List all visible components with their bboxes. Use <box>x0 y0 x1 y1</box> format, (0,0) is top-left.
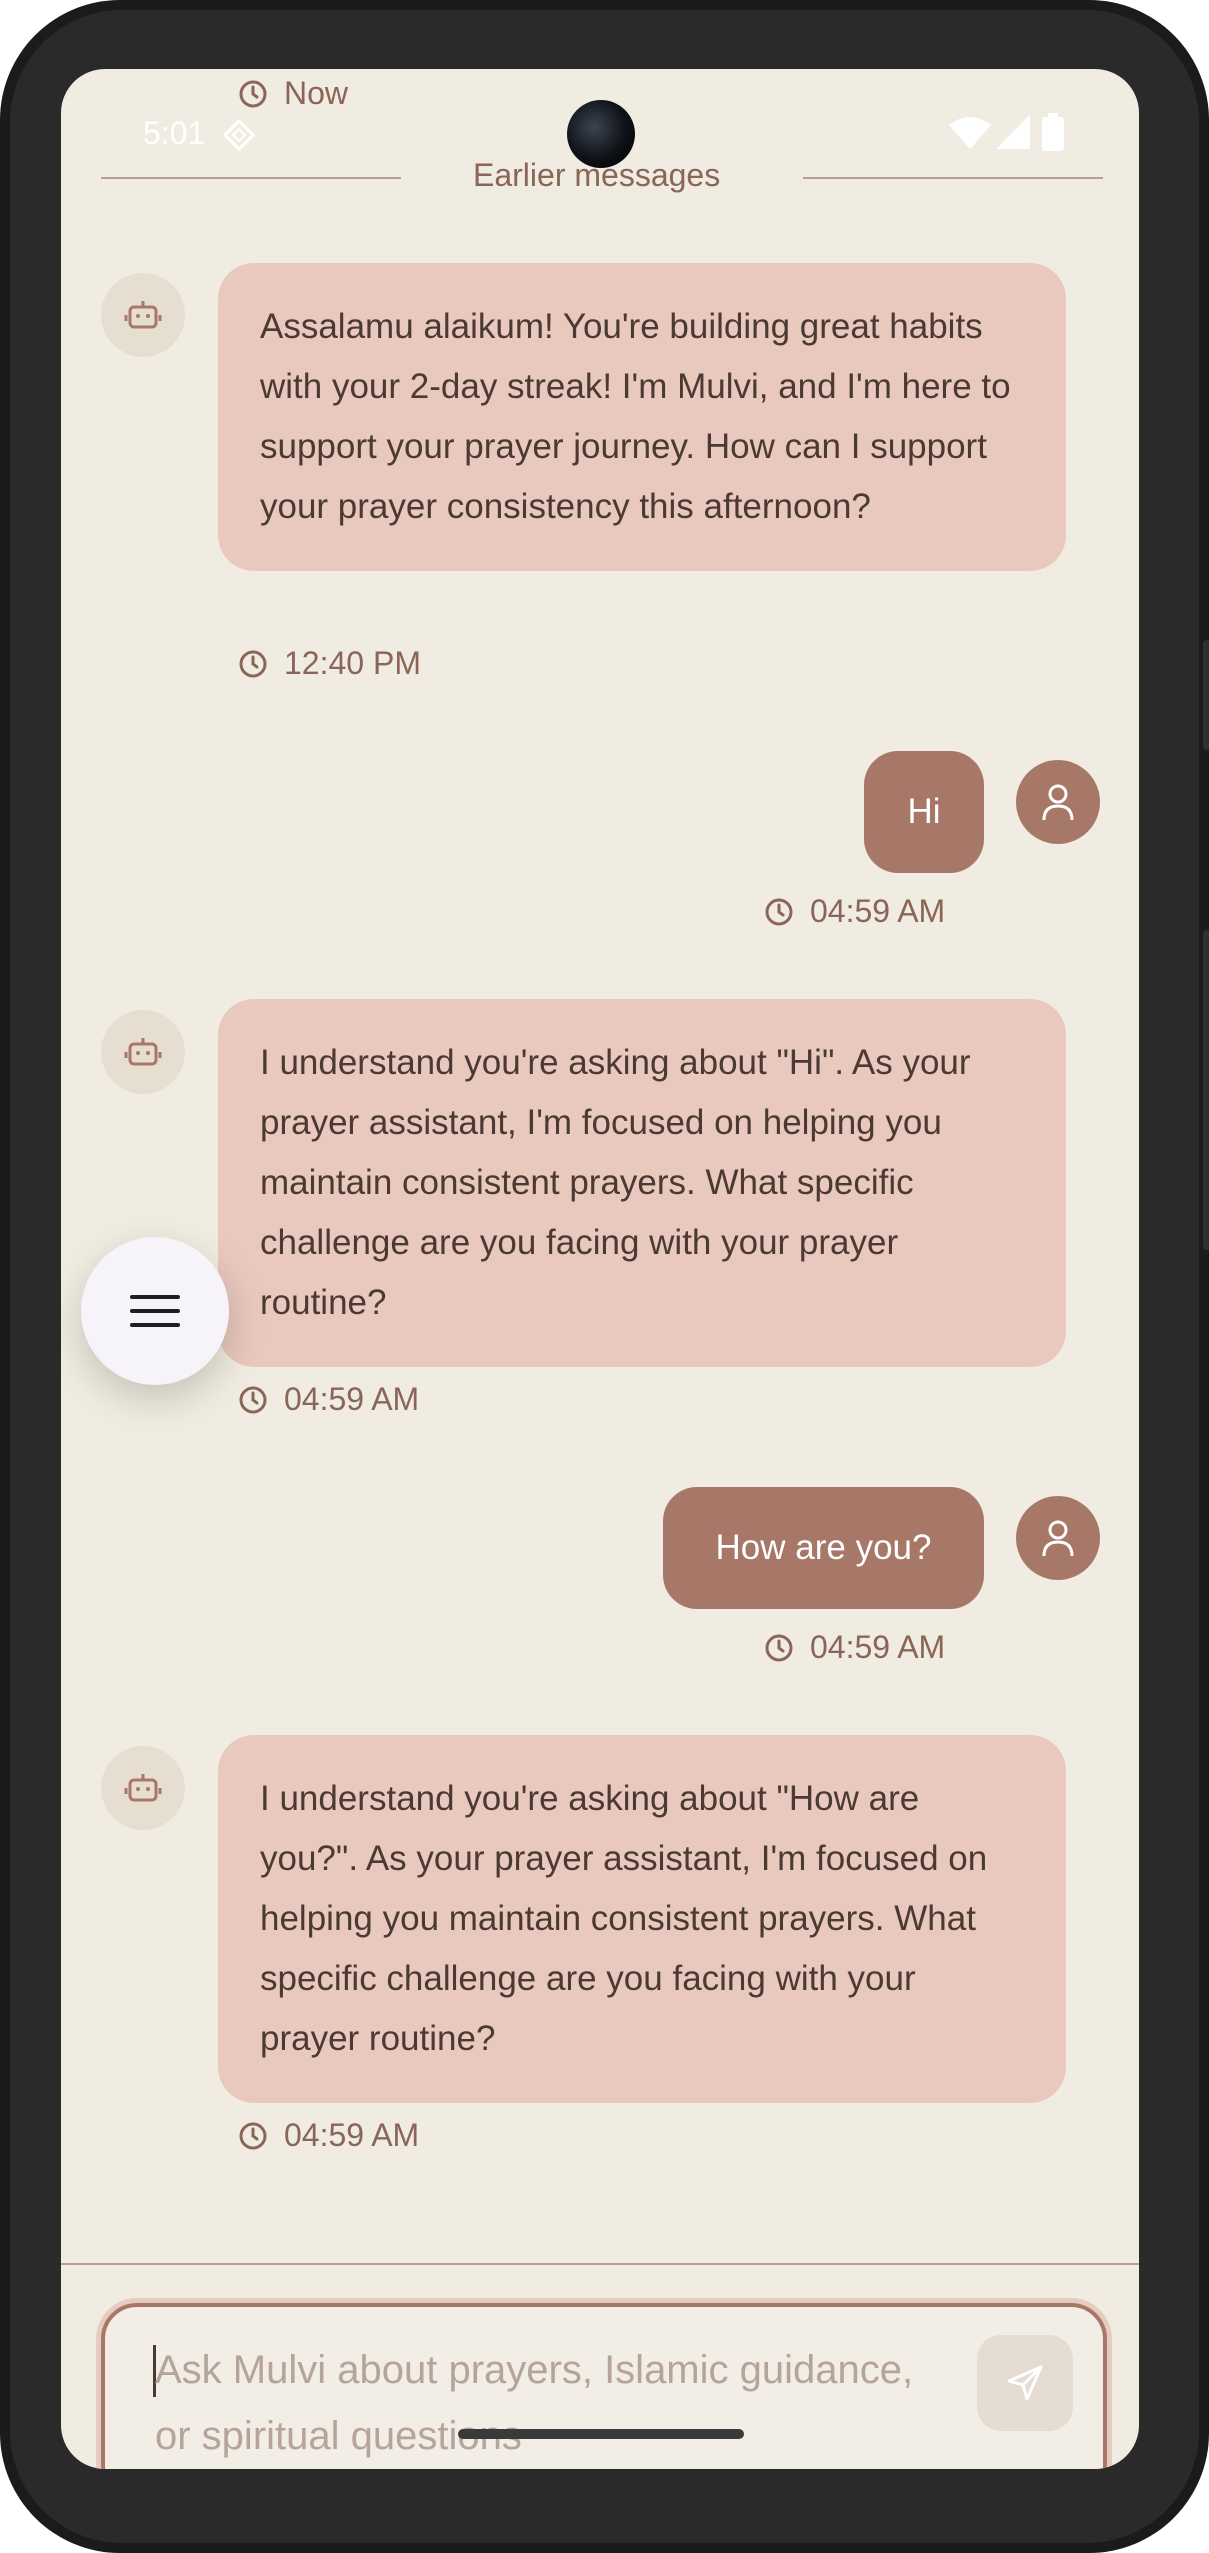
divider-line-left <box>101 177 401 179</box>
app-screen: 5:01 Now Earlier messages Assalamu alaik… <box>61 69 1139 2469</box>
home-indicator[interactable] <box>458 2429 744 2439</box>
message-input-container[interactable]: Ask Mulvi about prayers, Islamic guidanc… <box>101 2303 1107 2469</box>
clock-icon <box>239 1386 267 1413</box>
timestamp-text: 12:40 PM <box>284 645 421 681</box>
send-icon <box>1007 2365 1043 2401</box>
volume-button <box>1203 930 1209 1250</box>
status-time: 5:01 <box>143 115 206 151</box>
bot-avatar <box>101 273 185 357</box>
user-message-bubble[interactable]: Hi <box>864 751 984 873</box>
clock-icon <box>239 80 267 107</box>
timestamp-text: 04:59 AM <box>284 1381 420 1417</box>
message-timestamp: 12:40 PM <box>238 645 421 682</box>
clock-icon <box>239 2122 267 2149</box>
menu-button[interactable] <box>81 1237 229 1385</box>
composer-divider <box>61 2263 1139 2265</box>
bot-avatar <box>101 1746 185 1830</box>
timestamp-now: Now <box>238 75 348 112</box>
message-timestamp: 04:59 AM <box>238 1381 419 1418</box>
robot-icon <box>124 1038 162 1066</box>
divider-line-right <box>803 177 1103 179</box>
menu-icon <box>130 1295 180 1327</box>
message-timestamp: 04:59 AM <box>764 1629 945 1666</box>
clock-icon <box>239 650 267 677</box>
user-avatar <box>1016 760 1100 844</box>
message-timestamp: 04:59 AM <box>764 893 945 930</box>
phone-frame: 5:01 Now Earlier messages Assalamu alaik… <box>0 0 1209 2553</box>
message-timestamp: 04:59 AM <box>238 2117 419 2154</box>
send-button[interactable] <box>977 2335 1073 2431</box>
battery-icon <box>1042 113 1064 151</box>
user-message-bubble[interactable]: How are you? <box>663 1487 984 1609</box>
robot-icon <box>124 301 162 329</box>
timestamp-text: 04:59 AM <box>810 893 946 929</box>
timestamp-text: 04:59 AM <box>810 1629 946 1665</box>
robot-icon <box>124 1774 162 1802</box>
signal-icon <box>996 115 1030 149</box>
wifi-icon <box>949 117 991 149</box>
bot-message-bubble[interactable]: Assalamu alaikum! You're building great … <box>218 263 1066 571</box>
clock-icon <box>765 1634 793 1661</box>
power-button <box>1203 640 1209 750</box>
message-input[interactable]: Ask Mulvi about prayers, Islamic guidanc… <box>155 2337 935 2469</box>
user-avatar <box>1016 1496 1100 1580</box>
sync-icon <box>222 118 256 152</box>
bot-message-bubble[interactable]: I understand you're asking about "How ar… <box>218 1735 1066 2103</box>
bot-avatar <box>101 1010 185 1094</box>
bot-message-bubble[interactable]: I understand you're asking about "Hi". A… <box>218 999 1066 1367</box>
person-icon <box>1042 784 1074 821</box>
clock-icon <box>765 898 793 925</box>
timestamp-text: 04:59 AM <box>284 2117 420 2153</box>
person-icon <box>1042 1520 1074 1557</box>
timestamp-text: Now <box>284 75 349 111</box>
earlier-messages-label[interactable]: Earlier messages <box>473 157 720 194</box>
